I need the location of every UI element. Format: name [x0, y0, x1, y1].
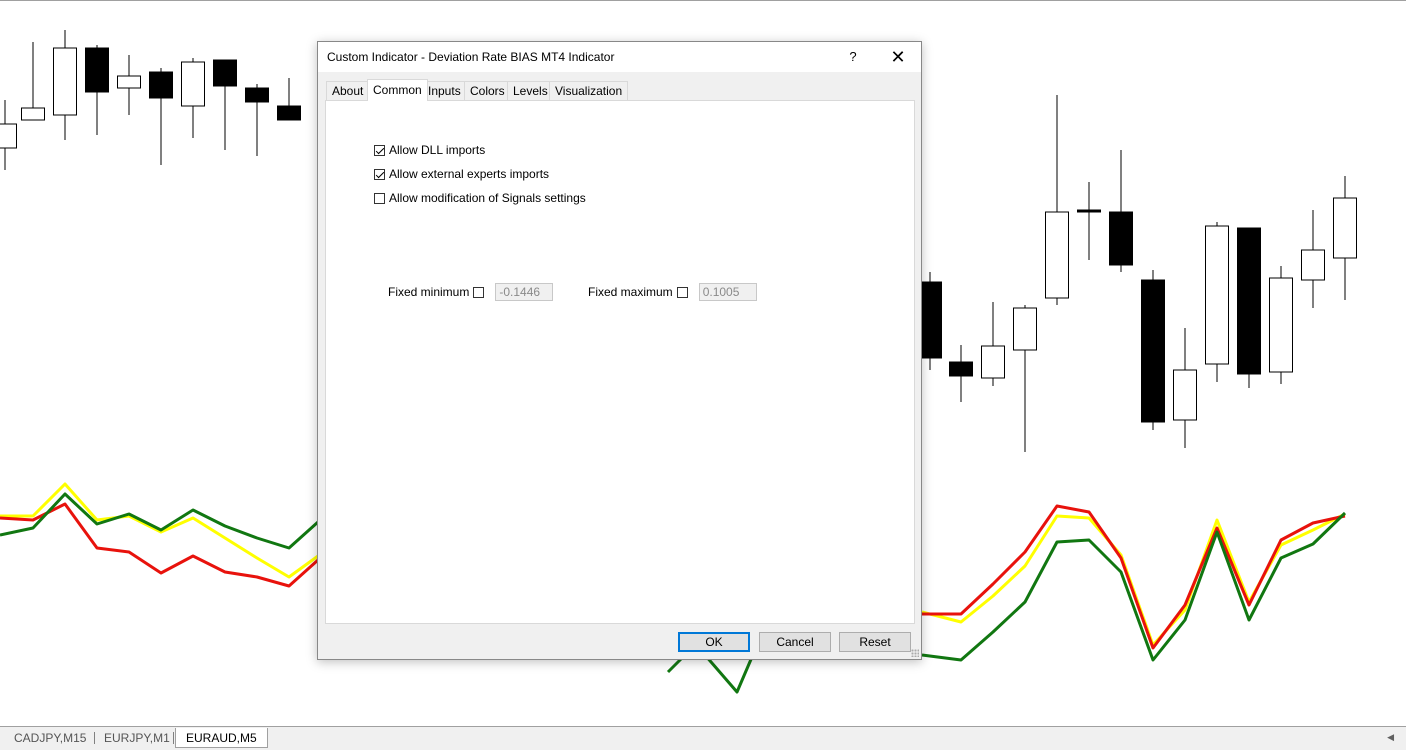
candle-body	[1333, 197, 1357, 259]
fixed-maximum-label: Fixed maximum	[588, 285, 673, 299]
candle-body	[1109, 211, 1133, 266]
candle-body	[181, 61, 205, 107]
tab-inputs[interactable]: Inputs	[422, 81, 467, 100]
fixed-maximum-group: Fixed maximum 0.1005	[588, 282, 757, 302]
tab-separator	[173, 732, 174, 744]
candle-body	[213, 59, 237, 87]
help-button[interactable]: ?	[839, 46, 867, 68]
candle-body	[1205, 225, 1229, 365]
chart-tab-cadjpy-m15[interactable]: CADJPY,M15	[4, 728, 96, 748]
tab-colors[interactable]: Colors	[464, 81, 511, 100]
tab-about[interactable]: About	[326, 81, 370, 100]
candle-body	[117, 75, 141, 89]
allow-signals-modification-label: Allow modification of Signals settings	[389, 191, 586, 205]
triangle-left-icon[interactable]: ◀	[1387, 732, 1394, 743]
allow-signals-modification-option[interactable]: Allow modification of Signals settings	[374, 190, 586, 206]
cancel-button[interactable]: Cancel	[759, 632, 831, 652]
candle-body	[1141, 279, 1165, 423]
candle-body	[1301, 249, 1325, 281]
candle-body	[1269, 277, 1293, 373]
tab-levels[interactable]: Levels	[507, 81, 554, 100]
candle-body	[245, 87, 269, 103]
chart-tab-bar: CADJPY,M15 EURJPY,M1 EURAUD,M5 ◀	[0, 726, 1406, 750]
allow-external-experts-label: Allow external experts imports	[389, 167, 550, 181]
fixed-maximum-input[interactable]: 0.1005	[698, 283, 757, 301]
candle-body	[53, 47, 77, 116]
close-icon[interactable]: ✕	[884, 46, 912, 68]
common-tab-panel: Allow DLL imports Allow external experts…	[325, 100, 915, 624]
candle-body	[85, 47, 109, 93]
allow-external-experts-checkbox[interactable]	[374, 168, 385, 180]
reset-button[interactable]: Reset	[839, 632, 911, 652]
resize-grip-icon[interactable]	[911, 649, 919, 657]
candle-body	[1077, 209, 1101, 213]
chart-tab-eurjpy-m1[interactable]: EURJPY,M1	[94, 728, 180, 748]
dialog-titlebar[interactable]: Custom Indicator - Deviation Rate BIAS M…	[318, 42, 921, 72]
candle-body	[949, 361, 973, 377]
dialog-body: About Common Inputs Colors Levels Visual…	[318, 72, 921, 659]
candle-body	[0, 123, 17, 149]
custom-indicator-dialog: Custom Indicator - Deviation Rate BIAS M…	[317, 41, 922, 660]
fixed-minimum-group: Fixed minimum -0.1446	[388, 282, 554, 302]
dialog-title: Custom Indicator - Deviation Rate BIAS M…	[327, 50, 615, 64]
fixed-maximum-checkbox[interactable]	[676, 286, 688, 298]
candle-body	[1045, 211, 1069, 299]
candle-body	[21, 107, 45, 121]
allow-dll-imports-option[interactable]: Allow DLL imports	[374, 142, 485, 158]
indicator-red-line-right	[922, 504, 1346, 650]
allow-external-experts-option[interactable]: Allow external experts imports	[374, 166, 549, 182]
ok-button[interactable]: OK	[678, 632, 750, 652]
chart-tab-euraud-m5[interactable]: EURAUD,M5	[175, 728, 268, 748]
allow-dll-imports-checkbox[interactable]	[374, 144, 385, 156]
fixed-minimum-label: Fixed minimum	[388, 285, 470, 299]
candle-body	[277, 105, 301, 121]
fixed-minimum-input[interactable]: -0.1446	[495, 283, 554, 301]
indicator-red-line-left	[0, 502, 320, 588]
candle-body	[1237, 227, 1261, 375]
fixed-minimum-checkbox[interactable]	[473, 286, 485, 298]
candle-body	[149, 71, 173, 99]
candle-body	[981, 345, 1005, 379]
indicator-yellow-line-right	[921, 512, 1346, 647]
candle-body	[1173, 369, 1197, 421]
tab-visualization[interactable]: Visualization	[549, 81, 629, 100]
allow-dll-imports-label: Allow DLL imports	[389, 143, 486, 157]
candle-body	[1013, 307, 1037, 351]
allow-signals-modification-checkbox[interactable]	[374, 192, 385, 204]
tab-common[interactable]: Common	[367, 79, 428, 101]
